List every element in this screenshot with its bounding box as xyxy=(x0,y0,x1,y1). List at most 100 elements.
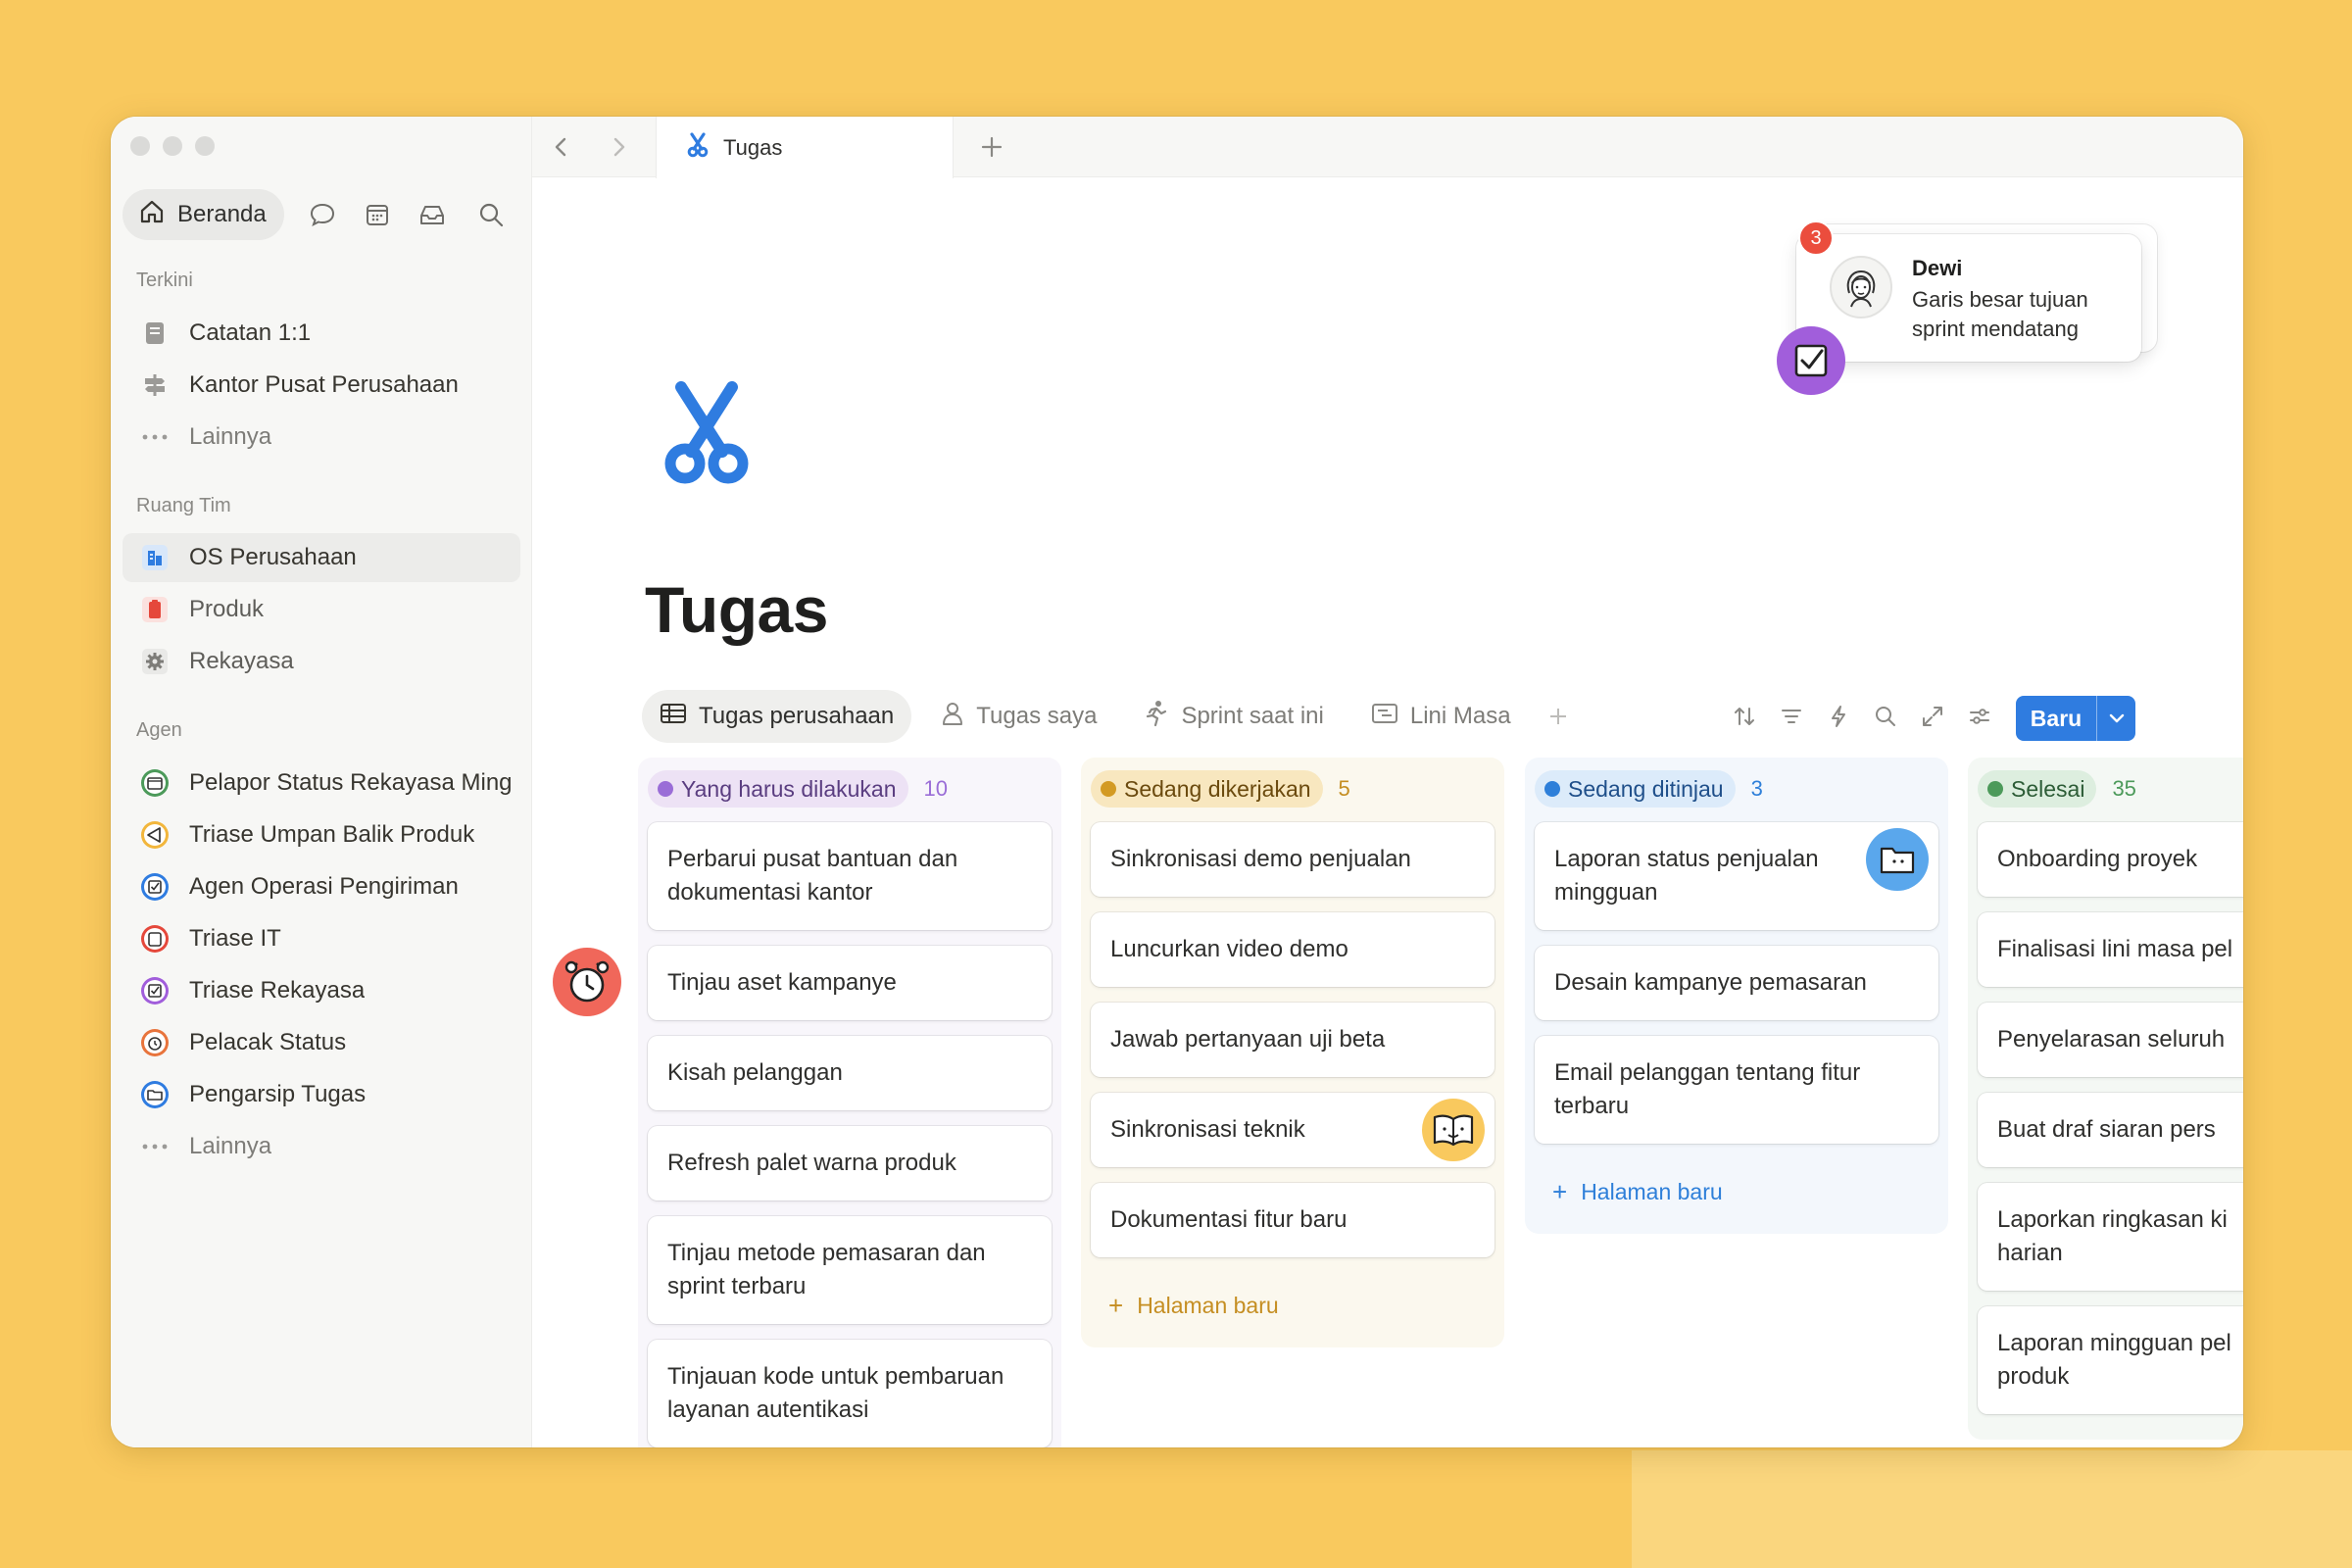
sidebar-item-agent-7[interactable]: Pengarsip Tugas xyxy=(122,1070,520,1119)
sidebar-item-agent-6[interactable]: Pelacak Status xyxy=(122,1018,520,1067)
board-column-todo: Yang harus dilakukan 10 Perbarui pusat b… xyxy=(638,758,1061,1447)
task-card[interactable]: Tinjauan kode untuk pembaruan layanan au… xyxy=(648,1340,1052,1447)
page-scissors-icon[interactable] xyxy=(660,381,754,492)
task-card[interactable]: Jawab pertanyaan uji beta xyxy=(1091,1003,1494,1077)
task-card[interactable]: Refresh palet warna produk xyxy=(648,1126,1052,1200)
task-card[interactable]: Dokumentasi fitur baru xyxy=(1091,1183,1494,1257)
sidebar-item-label: Lainnya xyxy=(189,1133,272,1159)
sidebar-item-produk[interactable]: Produk xyxy=(122,585,520,634)
task-title: Laporan status penjualan mingguan xyxy=(1554,846,1819,906)
tab-tugas-perusahaan[interactable]: Tugas perusahaan xyxy=(642,690,912,743)
task-card[interactable]: Email pelanggan tentang fitur terbaru xyxy=(1535,1036,1938,1144)
column-header: Selesai 35 xyxy=(1978,767,2243,810)
filter-icon[interactable] xyxy=(1775,700,1808,733)
task-title: Email pelanggan tentang fitur terbaru xyxy=(1554,1059,1861,1119)
sidebar-item-agent-5[interactable]: Triase Rekayasa xyxy=(122,966,520,1015)
sidebar-item-label: Lainnya xyxy=(189,423,272,450)
task-card[interactable]: Kisah pelanggan xyxy=(648,1036,1052,1110)
chevron-down-icon[interactable] xyxy=(2096,696,2135,741)
task-card[interactable]: Perbarui pusat bantuan dan dokumentasi k… xyxy=(648,822,1052,930)
building-icon xyxy=(140,543,170,572)
close-window-button[interactable] xyxy=(130,136,150,156)
minimize-window-button[interactable] xyxy=(163,136,182,156)
status-pill[interactable]: Selesai xyxy=(1978,770,2097,808)
more-icon xyxy=(140,422,170,452)
page-title: Tugas xyxy=(645,573,828,646)
sidebar-item-catatan[interactable]: Catatan 1:1 xyxy=(122,309,520,358)
sidebar-item-agent-4[interactable]: Triase IT xyxy=(122,914,520,963)
sidebar-item-more-recent[interactable]: Lainnya xyxy=(122,413,520,462)
sidebar-item-agent-1[interactable]: Pelapor Status Rekayasa Ming xyxy=(122,759,520,808)
home-icon xyxy=(138,198,166,232)
sidebar-item-agent-2[interactable]: Triase Umpan Balik Produk xyxy=(122,810,520,859)
status-pill[interactable]: Sedang dikerjakan xyxy=(1091,770,1323,808)
sort-icon[interactable] xyxy=(1728,700,1761,733)
task-card[interactable]: Finalisasi lini masa pel xyxy=(1978,912,2243,987)
chat-icon[interactable] xyxy=(306,198,339,231)
task-card[interactable]: Laporkan ringkasan ki harian xyxy=(1978,1183,2243,1291)
folder-badge-icon xyxy=(1866,828,1929,891)
status-dot xyxy=(658,781,673,797)
task-card[interactable]: Onboarding proyek xyxy=(1978,822,2243,897)
task-card[interactable]: Laporan status penjualan mingguan xyxy=(1535,822,1938,930)
new-page-button[interactable]: + Halaman baru xyxy=(1091,1273,1494,1338)
background-strip xyxy=(1632,1450,2352,1568)
expand-icon[interactable] xyxy=(1916,700,1949,733)
task-card[interactable]: Tinjau aset kampanye xyxy=(648,946,1052,1020)
document-icon xyxy=(140,318,170,348)
task-card[interactable]: Laporan mingguan pel produk xyxy=(1978,1306,2243,1414)
tab-sprint-saat-ini[interactable]: Sprint saat ini xyxy=(1126,690,1341,743)
automation-icon[interactable] xyxy=(1822,700,1855,733)
new-tab-icon[interactable] xyxy=(975,130,1008,164)
status-pill[interactable]: Yang harus dilakukan xyxy=(648,770,908,808)
tab-bar: Tugas xyxy=(532,117,2243,178)
sidebar-item-agent-3[interactable]: Agen Operasi Pengiriman xyxy=(122,862,520,911)
search-view-icon[interactable] xyxy=(1869,700,1902,733)
task-card[interactable]: Desain kampanye pemasaran xyxy=(1535,946,1938,1020)
task-title: Tinjau metode pemasaran dan sprint terba… xyxy=(667,1240,986,1299)
sidebar-item-kantor-pusat[interactable]: Kantor Pusat Perusahaan xyxy=(122,361,520,410)
back-icon[interactable] xyxy=(544,130,577,164)
task-card[interactable]: Luncurkan video demo xyxy=(1091,912,1494,987)
sidebar-item-os-perusahaan[interactable]: OS Perusahaan xyxy=(122,533,520,582)
sidebar-item-rekayasa[interactable]: Rekayasa xyxy=(122,637,520,686)
new-button[interactable]: Baru xyxy=(2016,696,2135,741)
checkbox-icon xyxy=(140,872,170,902)
tab-tugas[interactable]: Tugas xyxy=(656,117,954,178)
sidebar-item-label: Triase Rekayasa xyxy=(189,977,366,1004)
task-title: Dokumentasi fitur baru xyxy=(1110,1206,1348,1233)
task-card[interactable]: Tinjau metode pemasaran dan sprint terba… xyxy=(648,1216,1052,1324)
calendar-icon[interactable] xyxy=(361,198,394,231)
home-button[interactable]: Beranda xyxy=(122,189,284,240)
alarm-icon xyxy=(140,1028,170,1057)
task-title: Sinkronisasi demo penjualan xyxy=(1110,846,1411,872)
add-view-icon[interactable] xyxy=(1541,690,1576,743)
task-title: Kisah pelanggan xyxy=(667,1059,843,1086)
task-title: Refresh palet warna produk xyxy=(667,1150,956,1176)
column-header: Sedang ditinjau 3 xyxy=(1535,767,1938,810)
tab-tugas-saya[interactable]: Tugas saya xyxy=(923,690,1114,743)
task-card[interactable]: Sinkronisasi demo penjualan xyxy=(1091,822,1494,897)
sidebar-item-label: Catatan 1:1 xyxy=(189,319,312,346)
task-card[interactable]: Penyelarasan seluruh xyxy=(1978,1003,2243,1077)
tab-label: Tugas xyxy=(723,134,783,160)
task-card[interactable]: Buat draf siaran pers xyxy=(1978,1093,2243,1167)
task-title: Laporkan ringkasan ki harian xyxy=(1997,1206,2228,1266)
new-page-button[interactable]: + Halaman baru xyxy=(1535,1159,1938,1224)
tab-lini-masa[interactable]: Lini Masa xyxy=(1353,690,1529,743)
zoom-window-button[interactable] xyxy=(195,136,215,156)
sidebar-item-label: Rekayasa xyxy=(189,648,294,674)
status-dot xyxy=(1987,781,2003,797)
task-card[interactable]: Sinkronisasi teknik xyxy=(1091,1093,1494,1167)
status-label: Yang harus dilakukan xyxy=(681,775,897,802)
column-header: Sedang dikerjakan 5 xyxy=(1091,767,1494,810)
settings-sliders-icon[interactable] xyxy=(1963,700,1996,733)
search-icon[interactable] xyxy=(474,198,508,231)
inbox-icon[interactable] xyxy=(416,198,449,231)
notification-card[interactable]: Dewi Garis besar tujuan sprint mendatang xyxy=(1796,234,2141,362)
status-pill[interactable]: Sedang ditinjau xyxy=(1535,770,1736,808)
sidebar-item-label: Kantor Pusat Perusahaan xyxy=(189,371,459,398)
sidebar-item-more-agents[interactable]: Lainnya xyxy=(122,1122,520,1171)
task-title: Desain kampanye pemasaran xyxy=(1554,969,1867,996)
forward-icon[interactable] xyxy=(603,130,636,164)
